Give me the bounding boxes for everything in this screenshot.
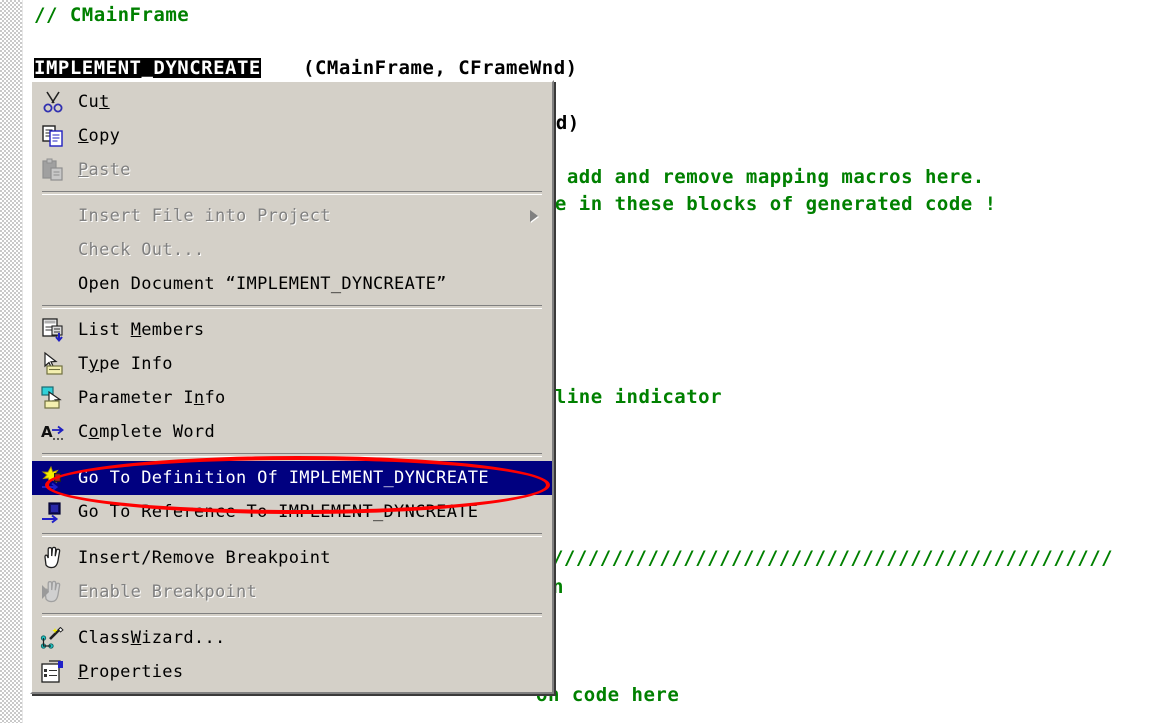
code-line: IMPLEMENT_DYNCREATE [34,57,261,79]
menu-item-go-to-reference-to-implement-dyncreate[interactable]: Go To Reference To IMPLEMENT_DYNCREATE [32,495,552,529]
properties-icon [36,657,70,687]
menu-item-label: Enable Breakpoint [78,582,258,602]
menu-item-label: Properties [78,662,184,682]
menu-item-insert-remove-breakpoint[interactable]: Insert/Remove Breakpoint [32,541,552,575]
scissors-icon [36,87,70,117]
code-line: s line indicator [531,386,723,408]
menu-item-check-out: Check Out... [32,233,552,267]
context-menu[interactable]: Cut Copy Paste Insert File into Project Chec… [30,80,554,694]
menu-item-label: Paste [78,160,131,180]
menu-item-label: Open Document “IMPLEMENT_DYNCREATE” [78,274,447,294]
menu-item-cut[interactable]: Cut [32,85,552,119]
no-icon [36,201,70,231]
screen: // CMainFrame (CMainFrame, CFrameWnd) IMPL… [0,0,1156,723]
menu-item-insert-file-into-project: Insert File into Project [32,199,552,233]
menu-item-label: Complete Word [78,422,215,442]
menu-item-label: List Members [78,320,205,340]
no-icon [36,269,70,299]
code-line: ////////////////////////////////////////… [540,547,1114,569]
menu-item-type-info[interactable]: Type Info [32,347,552,381]
menu-item-label: Parameter Info [78,388,226,408]
goto-reference-icon [36,497,70,527]
copy-icon [36,121,70,151]
menu-item-open-document-implement-dyncreate[interactable]: Open Document “IMPLEMENT_DYNCREATE” [32,267,552,301]
code-line: // CMainFrame [34,4,190,26]
menu-item-list-members[interactable]: List Members [32,313,552,347]
menu-item-copy[interactable]: Copy [32,119,552,153]
parameter-info-icon [36,383,70,413]
paste-icon [36,155,70,185]
menu-item-label: Copy [78,126,121,146]
menu-item-label: ClassWizard... [78,628,226,648]
menu-item-label: Insert File into Project [78,206,331,226]
menu-item-complete-word[interactable]: A Complete Word [32,415,552,449]
menu-separator [42,613,542,617]
chevron-right-icon [530,210,538,222]
breakpoint-hand-disabled-icon [36,577,70,607]
code-line: ll add and remove mapping macros here. [531,166,985,188]
menu-item-label: Go To Definition Of IMPLEMENT_DYNCREATE [78,468,489,488]
code-line: on code here [536,684,680,706]
menu-item-properties[interactable]: Properties [32,655,552,689]
menu-item-label: Check Out... [78,240,205,260]
menu-item-label: Go To Reference To IMPLEMENT_DYNCREATE [78,502,479,522]
menu-item-parameter-info[interactable]: Parameter Info [32,381,552,415]
wand-icon [36,623,70,653]
type-info-icon [36,349,70,379]
svg-text:A: A [41,423,53,441]
goto-definition-icon [36,463,70,493]
menu-item-enable-breakpoint: Enable Breakpoint [32,575,552,609]
breakpoint-hand-icon [36,543,70,573]
no-icon [36,235,70,265]
menu-separator [42,533,542,537]
menu-separator [42,305,542,309]
code-line: see in these blocks of generated code ! [531,193,997,215]
menu-item-label: Insert/Remove Breakpoint [78,548,331,568]
menu-item-label: Type Info [78,354,173,374]
menu-item-paste: Paste [32,153,552,187]
menu-item-go-to-definition-of-implement-dyncreate[interactable]: Go To Definition Of IMPLEMENT_DYNCREATE [32,461,552,495]
menu-separator [42,191,542,195]
menu-item-classwizard[interactable]: ClassWizard... [32,621,552,655]
menu-separator [42,453,542,457]
menu-item-label: Cut [78,92,110,112]
list-members-icon [36,315,70,345]
complete-word-icon: A [36,417,70,447]
code-line: (CMainFrame, CFrameWnd) [303,57,578,79]
